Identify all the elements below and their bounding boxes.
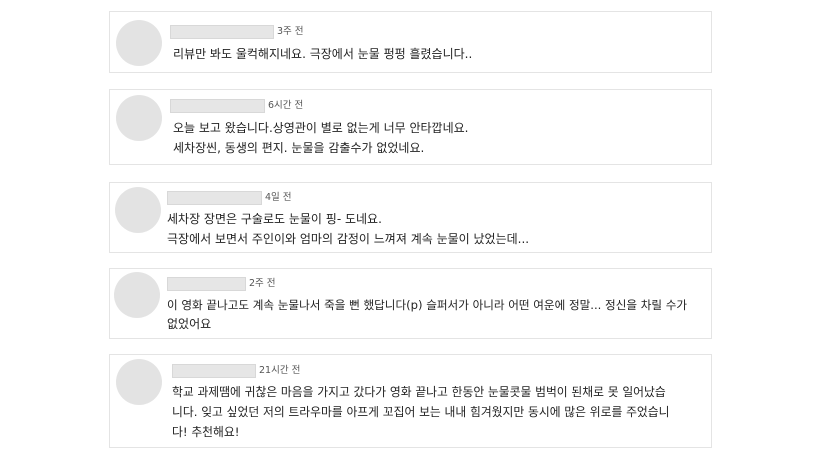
- avatar: [116, 20, 162, 66]
- reviewer-name-redacted: [172, 364, 256, 378]
- review-text-line: 없었어요: [167, 317, 212, 331]
- review-text-line: 세차장씬, 동생의 편지. 눈물을 감출수가 없었네요.: [173, 141, 425, 155]
- review-text-line: 극장에서 보면서 주인이와 엄마의 감정이 느껴져 계속 눈물이 났었는데...: [167, 232, 530, 246]
- review-time: 4일 전: [265, 192, 292, 203]
- review-text-line: 이 영화 끝나고도 계속 눈물나서 죽을 뻔 했답니다(p) 슬퍼서가 아니라 …: [167, 298, 688, 312]
- reviewer-name-redacted: [170, 99, 265, 113]
- review-text-line: 세차장 장면은 구술로도 눈물이 핑- 도네요.: [167, 212, 382, 226]
- reviewer-name-redacted: [167, 191, 262, 205]
- avatar: [116, 95, 162, 141]
- review-text-line: 니다. 잊고 싶었던 저의 트라우마를 아프게 꼬집어 보는 내내 힘겨웠지만 …: [172, 405, 670, 419]
- reviewer-name-redacted: [167, 277, 246, 291]
- reviewer-name-redacted: [170, 25, 274, 39]
- review-text-line: 다! 추천해요!: [172, 425, 240, 439]
- review-text-line: 오늘 보고 왔습니다.상영관이 별로 없는게 너무 안타깝네요.: [173, 121, 469, 135]
- review-text-line: 리뷰만 봐도 울컥해지네요. 극장에서 눈물 펑펑 흘렸습니다..: [173, 47, 473, 61]
- review-card: 4일 전 세차장 장면은 구술로도 눈물이 핑- 도네요. 극장에서 보면서 주…: [109, 182, 712, 253]
- review-card: 6시간 전 오늘 보고 왔습니다.상영관이 별로 없는게 너무 안타깝네요. 세…: [109, 89, 712, 165]
- avatar: [116, 359, 162, 405]
- review-text-line: 학교 과제땜에 귀찮은 마음을 가지고 갔다가 영화 끝나고 한동안 눈물콧물 …: [172, 385, 666, 399]
- avatar: [115, 187, 161, 233]
- review-time: 6시간 전: [268, 100, 304, 111]
- review-time: 3주 전: [277, 26, 304, 37]
- review-card: 21시간 전 학교 과제땜에 귀찮은 마음을 가지고 갔다가 영화 끝나고 한동…: [109, 354, 712, 448]
- review-time: 21시간 전: [259, 365, 301, 376]
- review-card: 2주 전 이 영화 끝나고도 계속 눈물나서 죽을 뻔 했답니다(p) 슬퍼서가…: [109, 268, 712, 339]
- review-card: 3주 전 리뷰만 봐도 울컥해지네요. 극장에서 눈물 펑펑 흘렸습니다..: [109, 11, 712, 73]
- review-time: 2주 전: [249, 278, 276, 289]
- avatar: [114, 272, 160, 318]
